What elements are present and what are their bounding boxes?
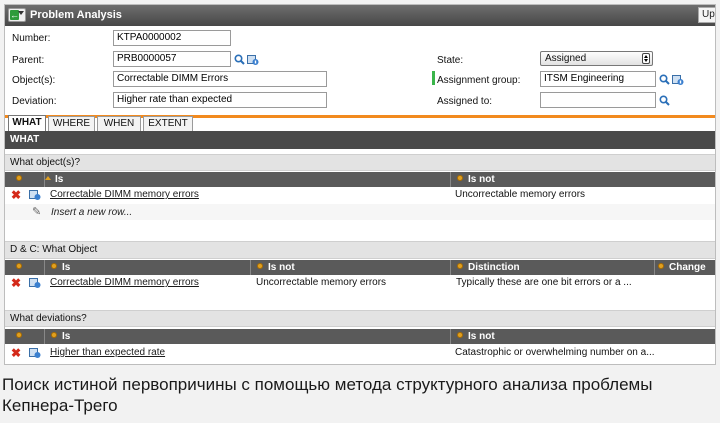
delete-icon[interactable]: ✖ [11, 189, 21, 201]
column-header-is-not[interactable]: Is not [451, 329, 715, 344]
search-icon[interactable] [659, 95, 670, 106]
column-header-is-label: Is [62, 262, 71, 273]
deviation-field[interactable]: Higher rate than expected [113, 92, 327, 108]
row-info-icon[interactable] [29, 277, 41, 289]
column-header-distinction-label: Distinction [468, 262, 520, 273]
table-cell-is-not: Uncorrectable memory errors [455, 189, 586, 200]
delete-icon[interactable]: ✖ [11, 277, 21, 289]
settings-dot-icon [658, 263, 664, 270]
assigned-to-label: Assigned to: [437, 96, 493, 107]
problem-analysis-form: ← Problem Analysis Upd Number: KTPA00000… [4, 4, 716, 365]
form-title: Problem Analysis [30, 9, 122, 21]
tab-when[interactable]: WHEN [97, 116, 141, 131]
what-objects-heading: What object(s)? [5, 154, 715, 171]
column-header-is-not-label: Is not [468, 331, 495, 342]
title-bar: ← Problem Analysis Upd [5, 5, 715, 26]
column-header-is-label: Is [62, 331, 71, 342]
number-field[interactable]: KTPA0000002 [113, 30, 231, 46]
insert-row-link[interactable]: Insert a new row... [51, 207, 132, 218]
column-header-is[interactable]: Is [45, 329, 451, 344]
row-info-icon[interactable] [29, 347, 41, 359]
settings-dot-icon [51, 263, 57, 270]
settings-dot-icon[interactable] [16, 332, 22, 339]
settings-dot-icon [257, 263, 263, 270]
assignment-group-label: Assignment group: [437, 75, 521, 86]
assigned-to-field[interactable] [540, 92, 656, 108]
table-cell-is[interactable]: Correctable DIMM memory errors [50, 275, 246, 291]
table-cell-change [660, 275, 715, 291]
column-header-actions [5, 260, 45, 275]
settings-dot-icon [457, 263, 463, 270]
row-info-icon[interactable] [29, 189, 41, 201]
mandatory-marker [432, 71, 435, 85]
column-header-is-not[interactable]: Is not [451, 172, 715, 187]
settings-dot-icon[interactable] [16, 175, 22, 182]
state-select-value: Assigned [545, 53, 587, 64]
column-header-distinction[interactable]: Distinction [451, 260, 655, 275]
table-cell-is-not: Uncorrectable memory errors [256, 277, 387, 288]
back-menu-button[interactable]: ← [8, 8, 26, 22]
table-cell-distinction: Typically these are one bit errors or a … [456, 277, 632, 288]
chevron-down-icon [18, 11, 24, 15]
number-label: Number: [12, 33, 51, 44]
table-cell-is-not: Catastrophic or overwhelming number on a… [455, 347, 655, 358]
column-header-is-label: Is [55, 174, 64, 185]
reference-icon[interactable] [672, 74, 684, 86]
reference-icon[interactable] [247, 54, 259, 66]
what-deviations-heading: What deviations? [5, 310, 715, 327]
pencil-icon: ✎ [32, 206, 42, 218]
column-header-is-not-label: Is not [268, 262, 295, 273]
search-icon[interactable] [659, 74, 670, 85]
table-cell-is[interactable]: Correctable DIMM memory errors [50, 187, 445, 203]
column-header-is-not[interactable]: Is not [251, 260, 451, 275]
column-header-is[interactable]: Is [45, 260, 251, 275]
tab-extent[interactable]: EXTENT [143, 116, 193, 131]
objects-field[interactable]: Correctable DIMM Errors [113, 71, 327, 87]
settings-dot-icon [457, 332, 463, 339]
assignment-group-field[interactable]: ITSM Engineering [540, 71, 656, 87]
section-title: WHAT [5, 131, 715, 149]
tab-where[interactable]: WHERE [48, 116, 95, 131]
dc-what-object-heading: D & C: What Object [5, 241, 715, 259]
column-header-actions [5, 172, 45, 187]
select-arrows-icon [642, 53, 650, 64]
settings-dot-icon [51, 332, 57, 339]
column-header-is[interactable]: Is [45, 172, 451, 187]
state-select[interactable]: Assigned [540, 51, 653, 66]
column-header-change-label: Change [669, 262, 706, 273]
tab-what[interactable]: WHAT [8, 115, 46, 131]
column-header-actions [5, 329, 45, 344]
settings-dot-icon [457, 175, 463, 182]
update-button[interactable]: Upd [698, 7, 715, 23]
delete-icon[interactable]: ✖ [11, 347, 21, 359]
objects-label: Object(s): [12, 75, 56, 86]
parent-label: Parent: [12, 55, 45, 66]
table-cell-is[interactable]: Higher than expected rate [50, 345, 445, 361]
image-caption: Поиск истиной первопричины с помощью мет… [2, 375, 653, 415]
search-icon[interactable] [234, 54, 245, 65]
parent-field[interactable]: PRB0000057 [113, 51, 231, 67]
sort-arrow-icon [45, 176, 51, 181]
column-header-change[interactable]: Change [655, 260, 715, 275]
state-label: State: [437, 55, 464, 66]
settings-dot-icon[interactable] [16, 263, 22, 270]
deviation-label: Deviation: [12, 96, 57, 107]
column-header-is-not-label: Is not [468, 174, 495, 185]
